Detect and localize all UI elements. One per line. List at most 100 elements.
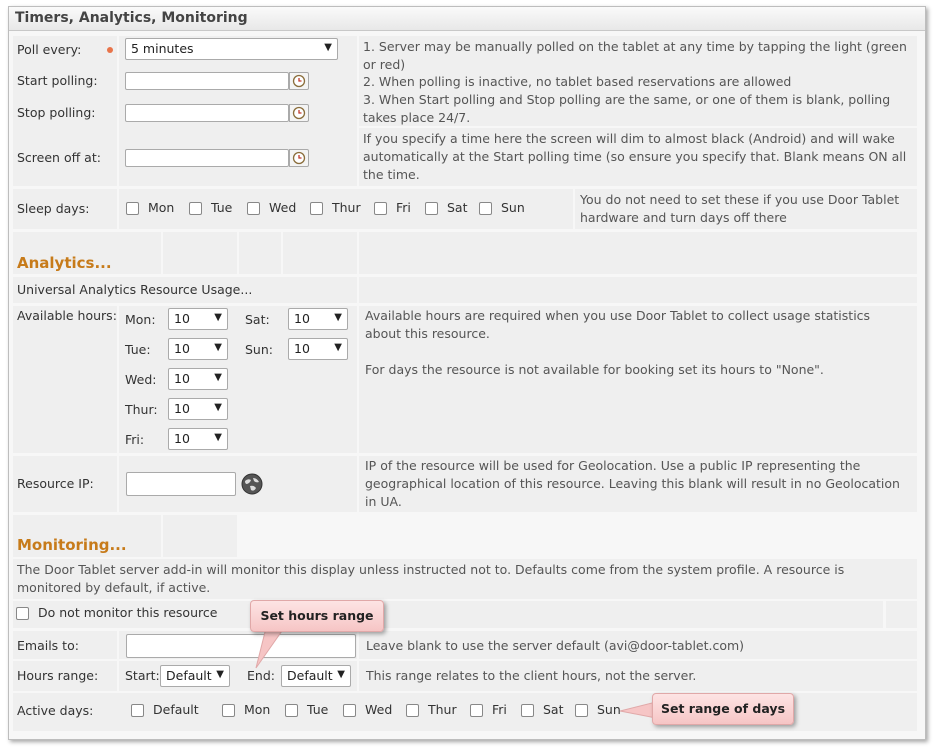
- hours-value: 10: [294, 341, 310, 356]
- hours-wed-select[interactable]: 10 ▼: [168, 368, 228, 390]
- hours-value: 10: [294, 311, 310, 326]
- sleep-day-fri-checkbox[interactable]: [374, 202, 387, 215]
- hours-start-select[interactable]: Default ▼: [160, 665, 230, 687]
- spacer-cell: [283, 232, 357, 274]
- sleep-day-label: Sat: [447, 200, 468, 215]
- chevron-down-icon: ▼: [214, 342, 222, 353]
- active-day-default-checkbox[interactable]: [131, 704, 144, 717]
- start-polling-input[interactable]: [125, 72, 289, 90]
- hours-value: 10: [174, 311, 190, 326]
- screen-off-note: If you specify a time here the screen wi…: [363, 131, 907, 182]
- screen-off-input[interactable]: [125, 149, 289, 167]
- hours-range-note: This range relates to the client hours, …: [366, 668, 697, 683]
- clock-icon[interactable]: [289, 72, 309, 90]
- active-days-label: Active days:: [17, 703, 94, 718]
- hours-callout: Set hours range: [250, 600, 384, 632]
- spacer-cell: [359, 232, 917, 274]
- day-label: Tue:: [125, 342, 151, 357]
- sleep-day-label: Mon: [148, 200, 175, 215]
- active-day-label: Tue: [307, 702, 329, 717]
- hours-tue-select[interactable]: 10 ▼: [168, 338, 228, 360]
- active-day-tue-checkbox[interactable]: [285, 704, 298, 717]
- hours-note-1: Available hours are required when you us…: [365, 308, 871, 341]
- chevron-down-icon: ▼: [214, 432, 222, 443]
- chevron-down-icon: ▼: [334, 312, 342, 323]
- panel-title: Timers, Analytics, Monitoring: [9, 7, 925, 31]
- clock-icon[interactable]: [289, 149, 309, 167]
- sleep-day-tue-checkbox[interactable]: [189, 202, 202, 215]
- analytics-heading: Analytics...: [17, 254, 112, 272]
- start-polling-label: Start polling:: [17, 73, 98, 88]
- poll-note-2: 2. When polling is inactive, no tablet b…: [363, 74, 792, 89]
- poll-note-1: 1. Server may be manually polled on the …: [363, 39, 907, 72]
- poll-note-3: 3. When Start polling and Stop polling a…: [363, 92, 891, 125]
- spacer-cell: [163, 232, 237, 274]
- globe-icon[interactable]: [241, 473, 263, 495]
- sleep-day-mon-checkbox[interactable]: [126, 202, 139, 215]
- emails-label: Emails to:: [17, 638, 79, 653]
- sleep-day-thur-checkbox[interactable]: [310, 202, 323, 215]
- chevron-down-icon: ▼: [214, 312, 222, 323]
- callout-pointer: [620, 701, 656, 719]
- day-label: Mon:: [125, 312, 156, 327]
- day-label: Thur:: [125, 402, 158, 417]
- hours-value: 10: [174, 371, 190, 386]
- poll-every-value: 5 minutes: [131, 41, 194, 56]
- active-day-label: Wed: [365, 702, 393, 717]
- poll-every-select[interactable]: 5 minutes ▼: [125, 38, 338, 60]
- sleep-day-label: Sun: [501, 200, 525, 215]
- active-day-sun-checkbox[interactable]: [575, 704, 588, 717]
- hours-end-select[interactable]: Default ▼: [281, 665, 351, 687]
- sleep-day-label: Tue: [211, 200, 233, 215]
- active-day-label: Fri: [492, 702, 507, 717]
- day-label: Sat:: [245, 312, 270, 327]
- active-day-label: Mon: [244, 702, 271, 717]
- resource-ip-label: Resource IP:: [17, 476, 94, 491]
- active-day-label: Sun: [597, 702, 621, 717]
- sleep-day-sun-checkbox[interactable]: [479, 202, 492, 215]
- active-day-label: Default: [153, 702, 199, 717]
- chevron-down-icon: ▼: [214, 372, 222, 383]
- sleep-day-wed-checkbox[interactable]: [247, 202, 260, 215]
- hours-value: 10: [174, 341, 190, 356]
- active-day-sat-checkbox[interactable]: [521, 704, 534, 717]
- sleep-day-label: Thur: [332, 200, 361, 215]
- resource-ip-note: IP of the resource will be used for Geol…: [365, 458, 900, 509]
- hours-thur-select[interactable]: 10 ▼: [168, 398, 228, 420]
- hours-note-2: For days the resource is not available f…: [365, 362, 824, 377]
- spacer-cell: [886, 601, 917, 628]
- do-not-monitor-checkbox[interactable]: [16, 607, 29, 620]
- end-value: Default: [287, 668, 333, 683]
- monitoring-heading: Monitoring...: [17, 536, 127, 554]
- day-label: Wed:: [125, 372, 157, 387]
- hours-sun-select[interactable]: 10 ▼: [288, 338, 348, 360]
- sleep-day-sat-checkbox[interactable]: [425, 202, 438, 215]
- sleep-days-label: Sleep days:: [17, 201, 90, 216]
- monitoring-intro: The Door Tablet server add-in will monit…: [17, 562, 845, 595]
- hours-value: 10: [174, 401, 190, 416]
- hours-value: 10: [174, 431, 190, 446]
- hours-range-label: Hours range:: [17, 668, 99, 683]
- hours-fri-select[interactable]: 10 ▼: [168, 428, 228, 450]
- spacer-cell: [239, 232, 281, 274]
- emails-note: Leave blank to use the server default (a…: [366, 638, 745, 653]
- active-day-thur-checkbox[interactable]: [406, 704, 419, 717]
- start-label: Start:: [125, 668, 160, 683]
- day-label: Sun:: [245, 342, 273, 357]
- active-day-label: Thur: [428, 702, 457, 717]
- active-day-wed-checkbox[interactable]: [343, 704, 356, 717]
- clock-icon[interactable]: [289, 104, 309, 122]
- chevron-down-icon: ▼: [334, 342, 342, 353]
- resource-ip-input[interactable]: [126, 472, 236, 496]
- stop-polling-input[interactable]: [125, 104, 289, 122]
- hours-mon-select[interactable]: 10 ▼: [168, 308, 228, 330]
- active-day-mon-checkbox[interactable]: [222, 704, 235, 717]
- chevron-down-icon: ▼: [337, 669, 345, 680]
- label-cell: [13, 306, 117, 453]
- emails-input[interactable]: [126, 634, 356, 658]
- chevron-down-icon: ▼: [324, 42, 332, 53]
- spacer-cell: [163, 515, 237, 557]
- hours-sat-select[interactable]: 10 ▼: [288, 308, 348, 330]
- active-day-fri-checkbox[interactable]: [470, 704, 483, 717]
- spacer-cell: [359, 277, 917, 303]
